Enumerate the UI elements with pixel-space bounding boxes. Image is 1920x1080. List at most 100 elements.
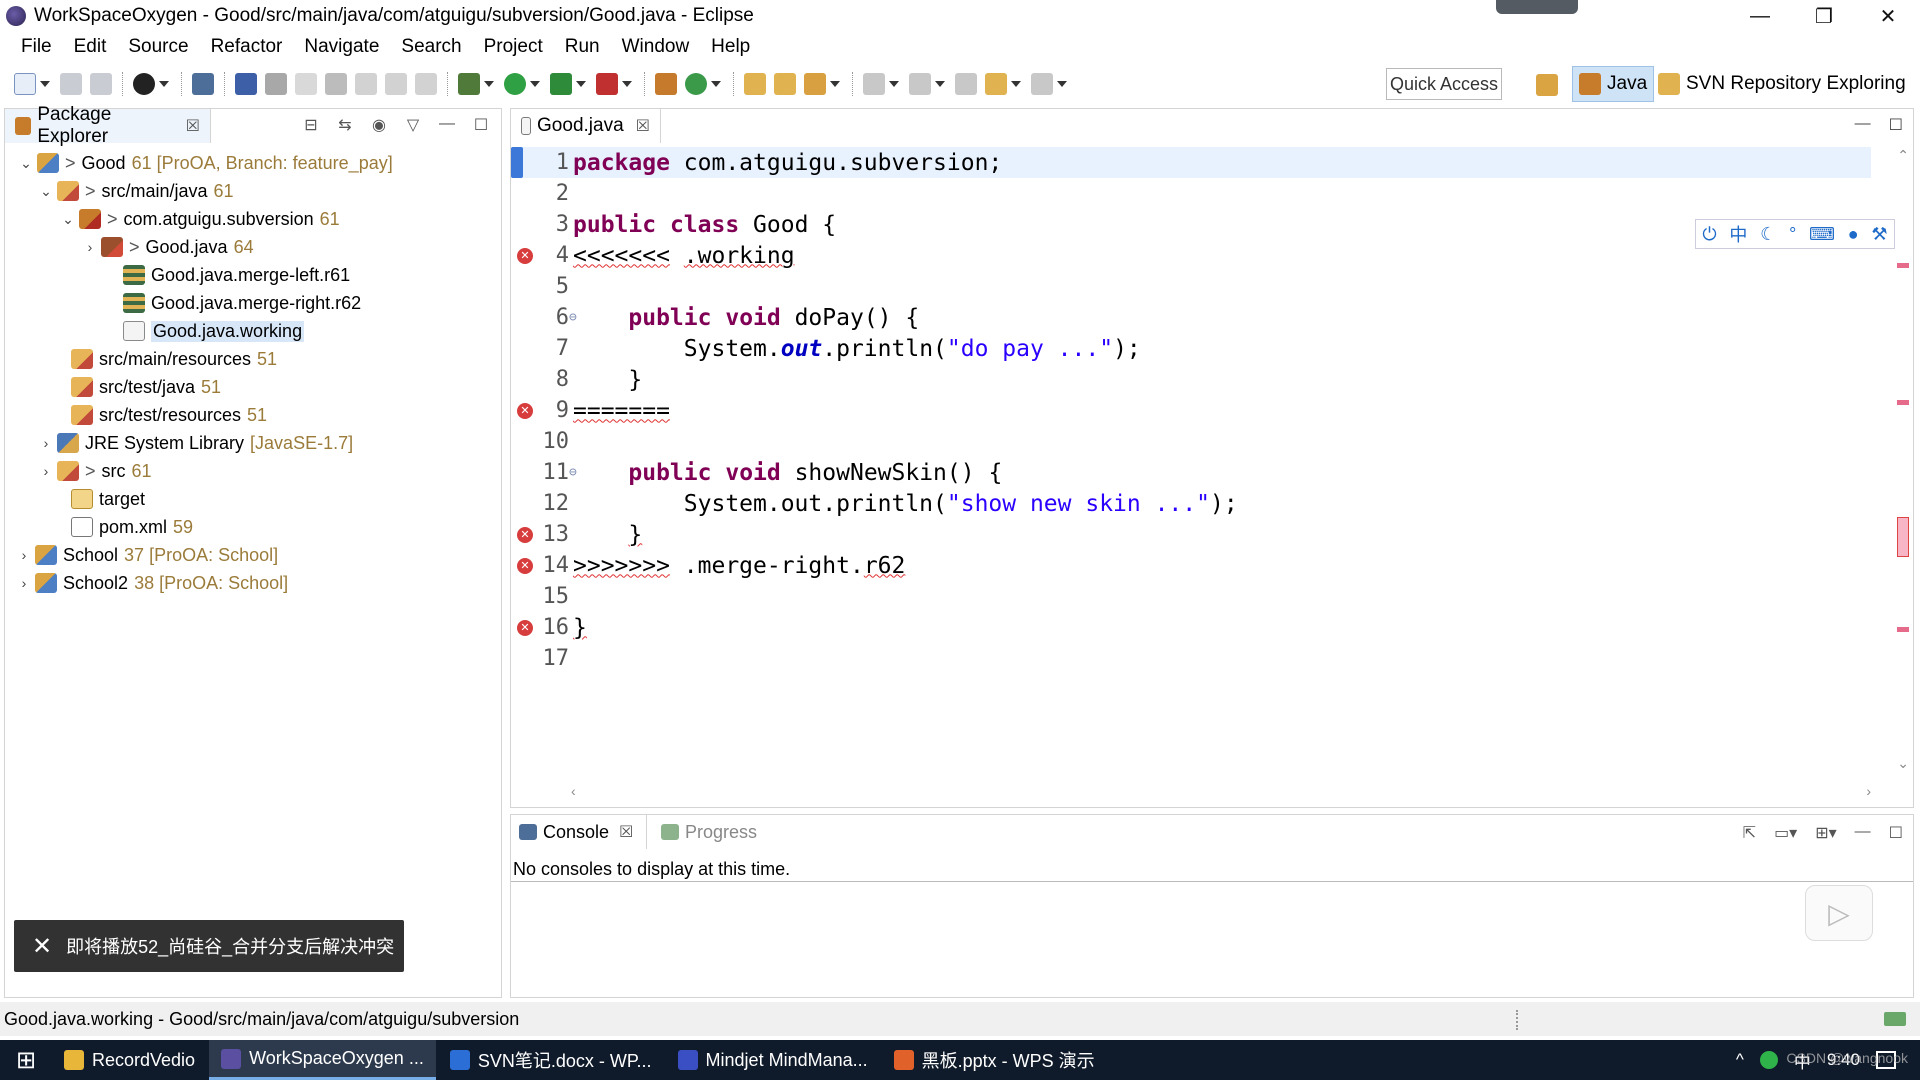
open-task-icon[interactable] xyxy=(774,73,796,95)
error-icon[interactable]: ✕ xyxy=(517,619,533,636)
tree-item[interactable]: src/test/resources 51 xyxy=(5,401,501,429)
menu-file[interactable]: File xyxy=(10,36,63,58)
step-icon[interactable] xyxy=(325,73,347,95)
minimize-view-icon[interactable]: — xyxy=(437,115,457,135)
previous-annotation-icon[interactable] xyxy=(909,73,931,95)
edit-icon[interactable] xyxy=(295,73,317,95)
tree-item[interactable]: ⌄ > com.atguigu.subversion 61 xyxy=(5,205,501,233)
debug-dropdown-icon[interactable] xyxy=(484,81,494,87)
menu-search[interactable]: Search xyxy=(390,36,472,58)
minimize-editor-icon[interactable]: — xyxy=(1855,115,1871,135)
debug-icon[interactable] xyxy=(458,73,480,95)
open-perspective-icon[interactable] xyxy=(1536,74,1558,96)
collapsed-chevron-icon[interactable]: › xyxy=(13,547,35,563)
collapsed-chevron-icon[interactable]: › xyxy=(79,239,101,255)
close-toast-icon[interactable]: ✕ xyxy=(32,932,52,961)
progress-tab[interactable]: Progress xyxy=(651,815,757,849)
code-line[interactable]: 12 System.out.println("show new skin ...… xyxy=(511,488,1871,519)
previous-annotation-dropdown-icon[interactable] xyxy=(935,81,945,87)
scroll-left-icon[interactable]: ‹ xyxy=(571,783,576,799)
code-line[interactable]: ✕ 14 >>>>>>> .merge-right.r62 xyxy=(511,550,1871,581)
perspective-svn[interactable]: SVN Repository Exploring xyxy=(1652,66,1912,102)
play-icon[interactable]: ▷ xyxy=(1805,885,1873,941)
code-line[interactable]: 7 System.out.println("do pay ..."); xyxy=(511,333,1871,364)
tree-item[interactable]: ⌄ > src/main/java 61 xyxy=(5,177,501,205)
link-with-editor-icon[interactable]: ⇆ xyxy=(335,115,355,135)
menu-refactor[interactable]: Refactor xyxy=(200,36,294,58)
code-line[interactable]: 17 xyxy=(511,643,1871,674)
tree-item[interactable]: src/test/java 51 xyxy=(5,373,501,401)
terminal-icon[interactable] xyxy=(192,73,214,95)
error-icon[interactable]: ✕ xyxy=(517,557,533,574)
ime-moon-icon[interactable]: ☾ xyxy=(1760,224,1776,245)
tree-item[interactable]: › > Good.java 64 xyxy=(5,233,501,261)
code-line[interactable]: 8 } xyxy=(511,364,1871,395)
minimize-button[interactable]: — xyxy=(1728,0,1792,32)
search-icon[interactable] xyxy=(804,73,826,95)
expanded-chevron-icon[interactable]: ⌄ xyxy=(57,211,79,228)
ime-user-icon[interactable]: ● xyxy=(1848,224,1859,245)
package-explorer-tab[interactable]: Package Explorer ☒ xyxy=(5,104,211,147)
step-return-icon[interactable] xyxy=(385,73,407,95)
next-annotation-dropdown-icon[interactable] xyxy=(889,81,899,87)
collapsed-chevron-icon[interactable]: › xyxy=(13,575,35,591)
overview-error-mark[interactable] xyxy=(1897,400,1909,405)
heap-status-icon[interactable] xyxy=(1884,1012,1906,1026)
ime-keyboard-icon[interactable]: ⌨ xyxy=(1809,224,1835,245)
run-icon[interactable] xyxy=(504,73,526,95)
editor-tab-good-java[interactable]: Good.java ☒ xyxy=(511,109,661,143)
scroll-right-icon[interactable]: › xyxy=(1866,783,1871,799)
error-icon[interactable]: ✕ xyxy=(517,526,533,543)
pin-console-icon[interactable]: ⇱ xyxy=(1743,823,1756,843)
code-editor[interactable]: 1 package com.atguigu.subversion; 2 3 public… xyxy=(511,147,1871,772)
step-over-icon[interactable] xyxy=(355,73,377,95)
overview-error-mark[interactable] xyxy=(1897,627,1909,632)
code-line[interactable]: 15 xyxy=(511,581,1871,612)
console-tab[interactable]: Console ☒ xyxy=(511,815,647,849)
run-dropdown-icon[interactable] xyxy=(530,81,540,87)
menu-window[interactable]: Window xyxy=(611,36,701,58)
overview-error-mark[interactable] xyxy=(1897,517,1909,557)
drop-frame-icon[interactable] xyxy=(415,73,437,95)
quick-access-field[interactable]: Quick Access xyxy=(1386,68,1502,100)
focus-task-icon[interactable]: ◉ xyxy=(369,115,389,135)
menu-run[interactable]: Run xyxy=(554,36,611,58)
menu-navigate[interactable]: Navigate xyxy=(293,36,390,58)
search-dropdown-icon[interactable] xyxy=(830,81,840,87)
minimize-view-icon[interactable]: — xyxy=(1855,823,1871,843)
menu-edit[interactable]: Edit xyxy=(63,36,118,58)
tree-item[interactable]: Good.java.merge-right.r62 xyxy=(5,289,501,317)
collapsed-chevron-icon[interactable]: › xyxy=(35,435,57,451)
error-icon[interactable]: ✕ xyxy=(517,247,533,264)
scroll-up-icon[interactable]: ⌃ xyxy=(1897,147,1909,164)
close-button[interactable]: ✕ xyxy=(1856,0,1920,32)
tree-item[interactable]: › > src 61 xyxy=(5,457,501,485)
tree-item[interactable]: Good.java.merge-left.r61 xyxy=(5,261,501,289)
menu-source[interactable]: Source xyxy=(117,36,199,58)
tray-app-icon[interactable] xyxy=(1759,1051,1778,1069)
maximize-editor-icon[interactable]: ☐ xyxy=(1889,115,1903,135)
next-annotation-icon[interactable] xyxy=(863,73,885,95)
tray-caret-icon[interactable]: ^ xyxy=(1736,1050,1744,1070)
new-java-class-icon[interactable] xyxy=(685,73,707,95)
code-line[interactable]: 1 package com.atguigu.subversion; xyxy=(511,147,1871,178)
code-line[interactable]: ✕ 13 } xyxy=(511,519,1871,550)
coverage-icon[interactable] xyxy=(550,73,572,95)
collapse-all-icon[interactable]: ⊟ xyxy=(301,115,321,135)
taskbar-item[interactable]: 黑板.pptx - WPS 演示 xyxy=(882,1040,1107,1080)
new-icon[interactable] xyxy=(14,73,36,95)
back-icon[interactable] xyxy=(985,73,1007,95)
taskbar-item[interactable]: RecordVedio xyxy=(52,1040,207,1080)
ime-chinese-icon[interactable]: 中 xyxy=(1729,221,1747,247)
code-line[interactable]: ✕ 4 <<<<<<< .working xyxy=(511,240,1871,271)
tree-item[interactable]: target xyxy=(5,485,501,513)
last-edit-icon[interactable] xyxy=(955,73,977,95)
code-line[interactable]: 3 public class Good { xyxy=(511,209,1871,240)
tree-item[interactable]: › JRE System Library [JavaSE-1.7] xyxy=(5,429,501,457)
new-java-package-icon[interactable] xyxy=(655,73,677,95)
code-line[interactable]: 5 xyxy=(511,271,1871,302)
svn-dropdown-icon[interactable] xyxy=(159,81,169,87)
open-console-icon[interactable]: ⊞▾ xyxy=(1815,823,1836,843)
tree-item[interactable]: › School 37 [ProOA: School] xyxy=(5,541,501,569)
external-tools-icon[interactable] xyxy=(596,73,618,95)
